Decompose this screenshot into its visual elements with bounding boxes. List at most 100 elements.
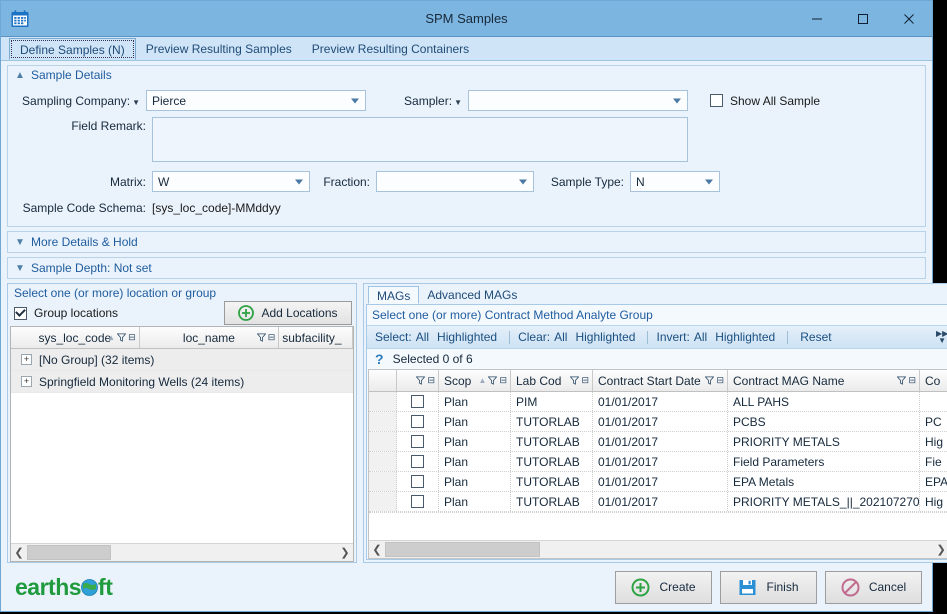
list-item[interactable]: + [No Group] (32 items) (11, 349, 353, 371)
cancel-button[interactable]: Cancel (825, 571, 922, 604)
sample-type-combo[interactable]: N (630, 171, 720, 192)
sampling-company-dropdown-caret-icon[interactable]: ▼ (132, 98, 140, 107)
filter-icon[interactable] (570, 376, 579, 385)
scroll-right-icon[interactable]: ❯ (337, 546, 353, 559)
row-checkbox[interactable] (411, 435, 424, 448)
fraction-combo[interactable] (376, 171, 534, 192)
row-checkbox-cell[interactable] (397, 452, 439, 471)
sampling-company-combo[interactable]: Pierce (146, 90, 366, 111)
clear-highlighted-link[interactable]: Highlighted (575, 330, 635, 344)
scroll-thumb[interactable] (385, 542, 540, 557)
invert-highlighted-link[interactable]: Highlighted (715, 330, 775, 344)
toolbar-overflow-button[interactable]: ▶▶ ▼ (935, 326, 947, 348)
column-options-icon[interactable]: ⊟ (427, 375, 435, 386)
tab-mags[interactable]: MAGs (368, 286, 419, 304)
sampler-dropdown-caret-icon[interactable]: ▼ (454, 98, 462, 107)
add-locations-button[interactable]: Add Locations (224, 301, 352, 325)
scroll-track[interactable] (27, 544, 337, 561)
row-checkbox[interactable] (411, 495, 424, 508)
plus-circle-icon (631, 578, 650, 597)
select-all-link[interactable]: All (416, 330, 429, 344)
row-selector-cell[interactable] (369, 392, 397, 411)
row-selector-cell[interactable] (369, 472, 397, 491)
row-checkbox-cell[interactable] (397, 492, 439, 511)
finish-button[interactable]: Finish (720, 571, 817, 604)
column-header-checkbox[interactable]: ⊟ (397, 370, 439, 391)
expand-icon[interactable]: + (21, 354, 32, 365)
column-options-icon[interactable]: ⊟ (499, 375, 507, 386)
more-details-and-hold-section[interactable]: ▼ More Details & Hold (7, 231, 926, 253)
sampler-combo[interactable] (468, 90, 688, 111)
table-row[interactable]: Plan PIM 01/01/2017 ALL PAHS (369, 392, 947, 412)
tab-define-samples[interactable]: Define Samples (N) (9, 38, 136, 60)
column-options-icon[interactable]: ⊟ (581, 375, 589, 386)
row-checkbox[interactable] (411, 475, 424, 488)
expand-icon[interactable]: + (21, 376, 32, 387)
logo-text-part2: ft (98, 574, 112, 601)
column-header-lab-code[interactable]: Lab Cod ⊟ (511, 370, 593, 391)
reset-link[interactable]: Reset (800, 330, 831, 344)
select-highlighted-link[interactable]: Highlighted (437, 330, 497, 344)
table-row[interactable]: Plan TUTORLAB 01/01/2017 PRIORITY METALS… (369, 492, 947, 512)
field-remark-input[interactable] (152, 117, 688, 162)
filter-icon[interactable] (897, 376, 906, 385)
table-row[interactable]: Plan TUTORLAB 01/01/2017 EPA Metals EPA (369, 472, 947, 492)
row-checkbox[interactable] (411, 455, 424, 468)
mags-horizontal-scrollbar[interactable]: ❮ ❯ (369, 540, 947, 558)
table-row[interactable]: Plan TUTORLAB 01/01/2017 PCBS PC (369, 412, 947, 432)
column-options-icon[interactable]: ⊟ (908, 375, 916, 386)
tab-preview-resulting-samples[interactable]: Preview Resulting Samples (136, 38, 302, 60)
scroll-left-icon[interactable]: ❮ (369, 543, 385, 556)
row-checkbox-cell[interactable] (397, 412, 439, 431)
column-header-scope[interactable]: Scop ▲ ⊟ (439, 370, 511, 391)
column-options-icon[interactable]: ⊟ (268, 332, 276, 343)
column-options-icon[interactable]: ⊟ (128, 332, 136, 343)
table-row[interactable]: Plan TUTORLAB 01/01/2017 PRIORITY METALS… (369, 432, 947, 452)
row-checkbox-cell[interactable] (397, 392, 439, 411)
minimize-button[interactable] (794, 1, 840, 36)
filter-icon[interactable] (705, 376, 714, 385)
column-options-icon[interactable]: ⊟ (716, 375, 724, 386)
filter-icon[interactable] (117, 333, 126, 342)
sample-depth-section[interactable]: ▼ Sample Depth: Not set (7, 257, 926, 279)
column-header-rowselector (369, 370, 397, 391)
row-checkbox-cell[interactable] (397, 472, 439, 491)
create-button[interactable]: Create (615, 571, 712, 604)
help-icon[interactable]: ? (375, 351, 384, 367)
locations-horizontal-scrollbar[interactable]: ❮ ❯ (11, 543, 353, 561)
row-checkbox[interactable] (411, 395, 424, 408)
invert-all-link[interactable]: All (694, 330, 707, 344)
filter-icon[interactable] (488, 376, 497, 385)
sample-details-header[interactable]: ▲ Sample Details (8, 66, 925, 84)
scroll-track[interactable] (385, 541, 933, 558)
scroll-left-icon[interactable]: ❮ (11, 546, 27, 559)
scroll-thumb[interactable] (27, 545, 111, 560)
filter-icon[interactable] (416, 376, 425, 385)
group-locations-checkbox[interactable] (14, 307, 27, 320)
show-all-sample-checkbox-group[interactable]: Show All Sample (710, 94, 820, 108)
column-header-subfacility[interactable]: subfacility_ (279, 327, 353, 348)
row-selector-cell[interactable] (369, 492, 397, 511)
list-item[interactable]: + Springfield Monitoring Wells (24 items… (11, 371, 353, 393)
clear-all-link[interactable]: All (554, 330, 567, 344)
tab-preview-resulting-containers[interactable]: Preview Resulting Containers (302, 38, 479, 60)
maximize-button[interactable] (840, 1, 886, 36)
show-all-sample-checkbox[interactable] (710, 94, 723, 107)
row-checkbox[interactable] (411, 415, 424, 428)
column-header-contract-mag-name[interactable]: Contract MAG Name ⊟ (728, 370, 920, 391)
row-selector-cell[interactable] (369, 452, 397, 471)
scroll-right-icon[interactable]: ❯ (933, 543, 947, 556)
column-header-contract-start-date[interactable]: Contract Start Date ⊟ (593, 370, 728, 391)
matrix-combo[interactable]: W (152, 171, 310, 192)
row-selector-cell[interactable] (369, 432, 397, 451)
filter-icon[interactable] (257, 333, 266, 342)
column-header-loc-name[interactable]: loc_name ⊟ (140, 327, 280, 348)
row-checkbox-cell[interactable] (397, 432, 439, 451)
group-locations-checkbox-group[interactable]: Group locations (14, 306, 118, 320)
table-row[interactable]: Plan TUTORLAB 01/01/2017 Field Parameter… (369, 452, 947, 472)
column-header-sys-loc-code[interactable]: sys_loc_code ▲ ⊟ (11, 327, 140, 348)
column-header-co[interactable]: Co (920, 370, 947, 391)
row-selector-cell[interactable] (369, 412, 397, 431)
close-button[interactable] (886, 1, 932, 36)
tab-advanced-mags[interactable]: Advanced MAGs (419, 286, 525, 304)
